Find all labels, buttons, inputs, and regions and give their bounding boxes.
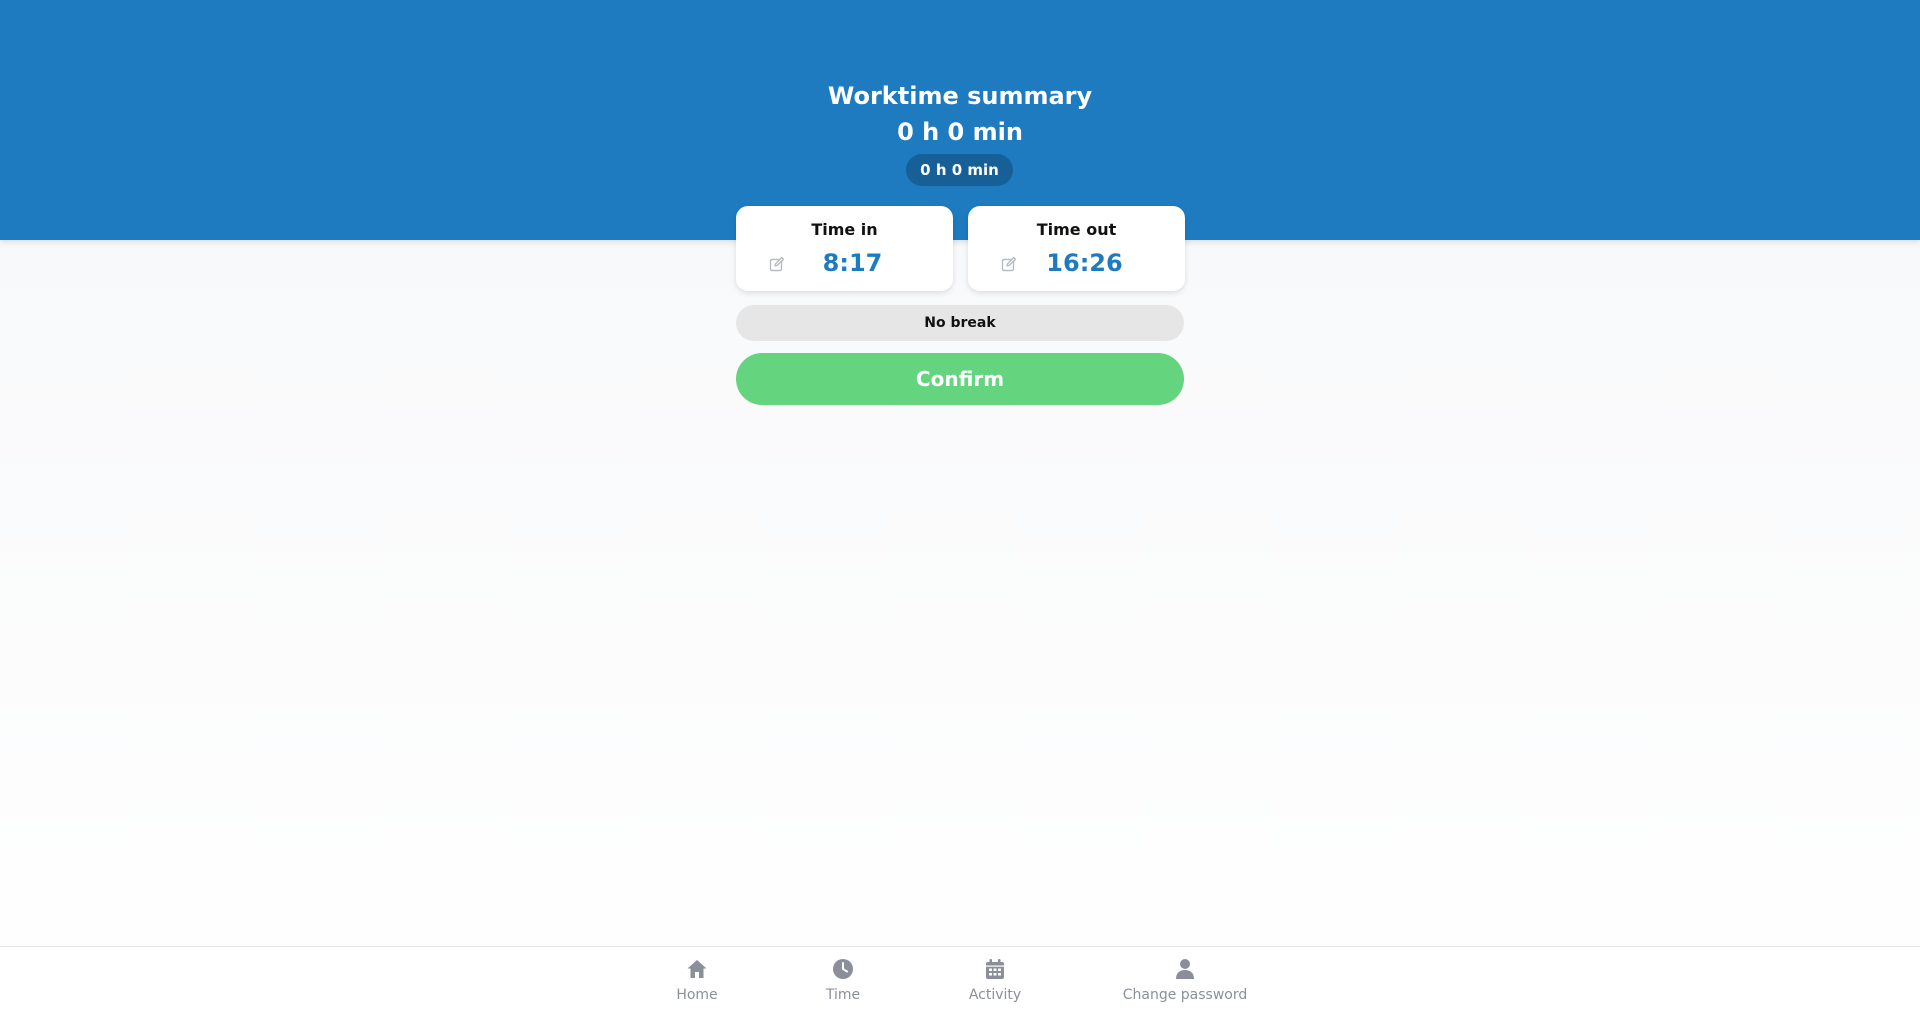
nav-item-activity[interactable]: Activity — [955, 957, 1035, 1003]
nav-item-home[interactable]: Home — [662, 957, 732, 1003]
nav-item-label: Home — [676, 987, 718, 1003]
home-icon — [687, 960, 707, 978]
user-icon — [1176, 959, 1194, 979]
confirm-button[interactable]: Confirm — [736, 353, 1184, 405]
time-in-card[interactable]: Time in 8:17 — [736, 206, 953, 291]
time-out-label: Time out — [1036, 220, 1117, 239]
worktime-total: 0 h 0 min — [897, 118, 1023, 146]
time-out-value[interactable]: 16:26 — [1024, 248, 1145, 278]
nav-item-time[interactable]: Time — [806, 957, 880, 1003]
nav-item-label: Change password — [1122, 987, 1248, 1003]
bottom-navigation: Home Time Activity Change password — [0, 946, 1920, 1019]
nav-item-change-password[interactable]: Change password — [1120, 957, 1250, 1003]
break-selector[interactable]: No break — [736, 305, 1184, 341]
clock-icon — [833, 959, 853, 979]
time-out-row[interactable]: 16:26 — [968, 248, 1185, 278]
page-title: Worktime summary — [827, 82, 1093, 110]
edit-icon[interactable] — [769, 256, 785, 272]
edit-icon[interactable] — [1001, 256, 1017, 272]
time-in-row[interactable]: 8:17 — [736, 248, 953, 278]
calendar-icon — [986, 959, 1004, 979]
time-in-value[interactable]: 8:17 — [792, 248, 913, 278]
worktime-badge: 0 h 0 min — [906, 154, 1013, 186]
nav-item-label: Activity — [968, 987, 1022, 1003]
summary-header: Worktime summary 0 h 0 min 0 h 0 min — [0, 0, 1920, 240]
nav-item-label: Time — [825, 987, 861, 1003]
time-out-card[interactable]: Time out 16:26 — [968, 206, 1185, 291]
time-in-label: Time in — [811, 220, 878, 239]
